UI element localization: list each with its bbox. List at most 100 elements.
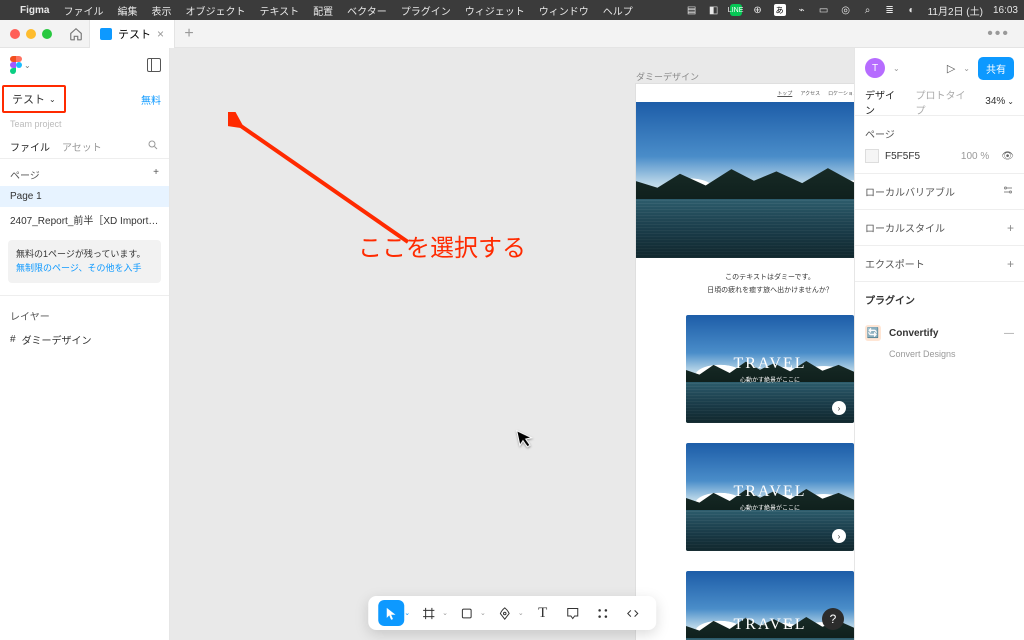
annotation-text: ここを選択する (358, 228, 526, 263)
move-tool[interactable] (378, 600, 404, 626)
menu-edit[interactable]: 編集 (117, 3, 137, 18)
right-panel: T ⌄ ▷ ⌄ 共有 デザイン プロトタイプ 34%⌄ ページ F5F5F5 1… (854, 48, 1024, 640)
bluetooth-icon[interactable]: ⌁ (796, 4, 808, 16)
nav-item: トップ (777, 90, 792, 97)
figma-logo-icon[interactable] (8, 57, 24, 73)
menu-text[interactable]: テキスト (259, 3, 299, 18)
panel-toggle-icon[interactable] (147, 58, 161, 72)
shape-tool[interactable] (454, 600, 480, 626)
layers-label: レイヤー (10, 308, 50, 323)
user-avatar[interactable]: T (865, 58, 885, 78)
zoom-control[interactable]: 34%⌄ (985, 96, 1014, 107)
chevron-down-icon[interactable]: ⌄ (404, 609, 410, 617)
status-line-icon[interactable]: LINE (730, 4, 742, 16)
menu-help[interactable]: ヘルプ (603, 3, 633, 18)
status-ime-icon[interactable]: あ (774, 4, 786, 16)
tab-file[interactable]: ファイル (10, 139, 50, 154)
menu-object[interactable]: オブジェクト (185, 3, 245, 18)
tab-assets[interactable]: アセット (62, 139, 102, 154)
layer-row[interactable]: # ダミーデザイン (0, 327, 169, 352)
menu-arrange[interactable]: 配置 (313, 3, 333, 18)
menubar-date[interactable]: 11月2日 (土) (928, 3, 983, 18)
home-button[interactable] (62, 20, 90, 48)
chevron-down-icon[interactable]: ⌄ (24, 61, 31, 70)
add-page-button[interactable]: + (153, 167, 159, 182)
menu-plugin[interactable]: プラグイン (401, 3, 451, 18)
export-row[interactable]: エクスポート+ (855, 246, 1024, 282)
plugin-icon: 🔄 (865, 325, 881, 341)
minus-icon[interactable]: — (1004, 328, 1014, 339)
tab-prototype[interactable]: プロトタイプ (916, 87, 974, 117)
app-tabbar: テスト × + ••• (0, 20, 1024, 48)
plus-icon[interactable]: + (1007, 221, 1014, 235)
menubar-time[interactable]: 16:03 (993, 5, 1018, 16)
chevron-down-icon[interactable]: ⌄ (518, 609, 524, 617)
comment-tool[interactable] (560, 600, 586, 626)
menu-window[interactable]: ウィンドウ (539, 3, 589, 18)
page-item[interactable]: Page 1 (0, 186, 169, 207)
local-styles-row[interactable]: ローカルスタイル+ (855, 210, 1024, 246)
actions-tool[interactable] (590, 600, 616, 626)
plugin-item[interactable]: 🔄 Convertify — (855, 317, 1024, 349)
travel-card: TRAVEL心動かす絶景がここに › (686, 443, 854, 551)
help-button[interactable]: ? (822, 608, 844, 630)
artboard[interactable]: トップ アクセス ロケーション お問い合わせ このテキストはダミーです。 日頃の… (636, 84, 854, 640)
plus-icon[interactable]: + (1007, 257, 1014, 271)
nav-item: ロケーション (828, 90, 854, 97)
upgrade-link[interactable]: 無制限のページ、その他を入手 (16, 263, 142, 273)
file-tab[interactable]: テスト × (90, 20, 175, 48)
menu-vector[interactable]: ベクター (347, 3, 387, 18)
new-tab-button[interactable]: + (175, 25, 203, 43)
text-tool[interactable]: T (530, 600, 556, 626)
minimize-icon[interactable] (26, 29, 36, 39)
chevron-down-icon[interactable]: ⌄ (480, 609, 486, 617)
settings-icon[interactable] (1002, 184, 1014, 199)
canvas[interactable]: ここを選択する ダミーデザイン トップ アクセス ロケーション お問い合わせ こ… (170, 48, 854, 640)
upgrade-banner: 無料の1ページが残っています。 無制限のページ、その他を入手 (8, 240, 161, 283)
frame-title[interactable]: ダミーデザイン (636, 70, 699, 83)
menu-view[interactable]: 表示 (151, 3, 171, 18)
close-tab-icon[interactable]: × (157, 27, 164, 41)
battery-icon[interactable]: ▭ (818, 4, 830, 16)
close-icon[interactable] (10, 29, 20, 39)
status-icon[interactable]: ⊕ (752, 4, 764, 16)
project-name: テスト (12, 91, 45, 107)
search-icon[interactable] (147, 139, 159, 154)
local-variables-row[interactable]: ローカルバリアブル (855, 174, 1024, 210)
page-item[interactable]: 2407_Report_前半［XD Import］(30-Ju… (0, 207, 169, 232)
control-center-icon[interactable]: ≣ (884, 4, 896, 16)
dev-mode-toggle[interactable] (620, 600, 646, 626)
chevron-down-icon[interactable]: ⌄ (893, 64, 900, 73)
project-dropdown[interactable]: テスト ⌄ (2, 85, 66, 113)
color-hex[interactable]: F5F5F5 (885, 151, 920, 162)
team-line: Team project (0, 119, 169, 133)
present-button[interactable]: ▷ (947, 62, 955, 75)
siri-icon[interactable]: ◐ (906, 4, 918, 16)
search-icon[interactable]: ⌕ (862, 4, 874, 16)
background-color-row[interactable]: F5F5F5 100 % 👁 (865, 149, 1014, 163)
plugin-subtitle: Convert Designs (855, 349, 1024, 369)
pen-tool[interactable] (492, 600, 518, 626)
app-menu-icon[interactable]: ••• (973, 25, 1024, 43)
tab-design[interactable]: デザイン (865, 87, 904, 117)
color-swatch[interactable] (865, 149, 879, 163)
wifi-icon[interactable]: ◎ (840, 4, 852, 16)
menu-widget[interactable]: ウィジェット (465, 3, 525, 18)
visibility-icon[interactable]: 👁 (1001, 151, 1014, 162)
chevron-down-icon[interactable]: ⌄ (442, 609, 448, 617)
frame-tool[interactable] (416, 600, 442, 626)
chevron-down-icon[interactable]: ⌄ (963, 64, 970, 73)
hero-copy: このテキストはダミーです。 日頃の疲れを癒す旅へ出かけませんか？ (636, 258, 854, 315)
canvas-toolbar: ⌄ ⌄ ⌄ ⌄ T (368, 596, 656, 630)
app-name[interactable]: Figma (20, 5, 49, 16)
plan-badge[interactable]: 無料 (141, 92, 161, 107)
status-icon[interactable]: ◧ (708, 4, 720, 16)
menu-file[interactable]: ファイル (63, 3, 103, 18)
share-button[interactable]: 共有 (978, 57, 1014, 80)
window-controls[interactable] (0, 29, 62, 39)
zoom-icon[interactable] (42, 29, 52, 39)
cursor-icon (516, 427, 537, 455)
travel-card: TRAVEL心動かす絶景がここに › (686, 315, 854, 423)
status-icon[interactable]: ▤ (686, 4, 698, 16)
plugin-name: Convertify (889, 328, 938, 339)
